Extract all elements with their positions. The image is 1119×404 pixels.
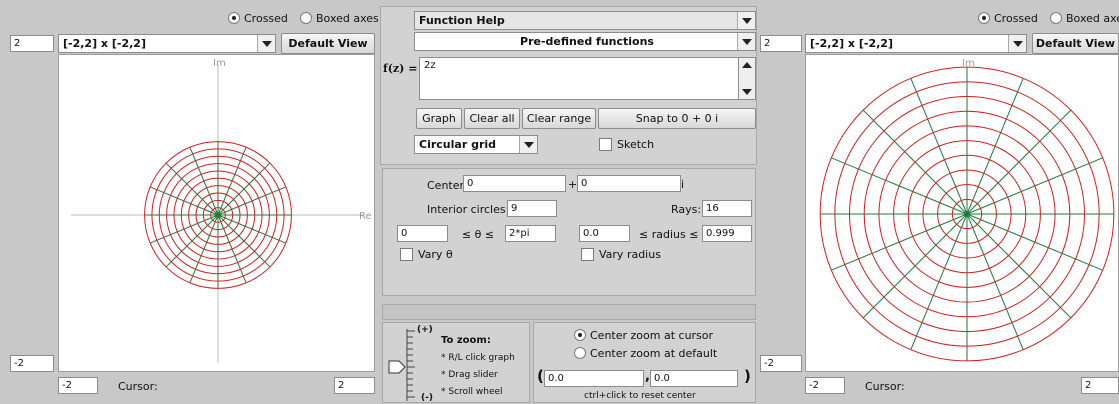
close-paren: ) xyxy=(744,367,751,385)
left-boxed-option[interactable]: Boxed axes xyxy=(300,12,379,25)
theta-min-field[interactable]: 0 xyxy=(397,225,448,242)
zoom-plus-label: (+) xyxy=(417,325,433,335)
left-cursor-label: Cursor: xyxy=(118,380,158,393)
left-re-label: Re xyxy=(359,211,372,222)
center-zoom-default-option[interactable]: Center zoom at default xyxy=(574,347,717,360)
clear-range-button[interactable]: Clear range xyxy=(522,108,596,129)
right-crossed-option[interactable]: Crossed xyxy=(978,12,1038,25)
zoom-hint-click: * R/L click graph xyxy=(441,353,515,363)
right-plot-panel: Crossed Boxed axes 2 [-2,2] x [-2,2] Def… xyxy=(760,0,1119,403)
checkbox-icon[interactable] xyxy=(599,138,612,151)
radio-icon[interactable] xyxy=(1050,12,1062,24)
radius-range-label: ≤ radius ≤ xyxy=(639,228,699,241)
radio-icon[interactable] xyxy=(978,12,990,24)
center-zoom-cursor-option[interactable]: Center zoom at cursor xyxy=(574,329,713,342)
right-cursor-label: Cursor: xyxy=(865,380,905,393)
radius-min-field[interactable]: 0.0 xyxy=(579,225,630,242)
radio-icon[interactable] xyxy=(300,12,312,24)
fz-scrollbar[interactable] xyxy=(738,57,756,100)
graph-button[interactable]: Graph xyxy=(416,108,462,129)
right-grid-group xyxy=(819,66,1115,362)
zoom-center-re-field[interactable]: 0.0 xyxy=(544,370,644,387)
reset-center-hint: ctrl+click to reset center xyxy=(584,391,696,401)
center-re-field[interactable]: 0 xyxy=(463,175,566,192)
left-im-label: Im xyxy=(213,58,226,69)
zoom-hint-scroll: * Scroll wheel xyxy=(441,387,503,397)
sketch-checkbox[interactable]: Sketch xyxy=(599,138,654,151)
zoom-minus-label: (-) xyxy=(421,393,433,403)
center-label: Center: xyxy=(427,179,468,192)
function-panel: Function Help Pre-defined functions f(z)… xyxy=(380,6,757,165)
left-plot-svg: Im Re xyxy=(71,58,372,363)
chevron-down-icon[interactable] xyxy=(737,12,755,29)
chevron-down-icon[interactable] xyxy=(519,136,537,153)
interior-circles-label: Interior circles: xyxy=(427,203,510,216)
left-crossed-option[interactable]: Crossed xyxy=(228,12,288,25)
zoom-hint-drag: * Drag slider xyxy=(441,370,498,380)
fz-input[interactable]: 2z xyxy=(419,57,739,100)
left-range-select[interactable]: [-2,2] x [-2,2] xyxy=(58,34,276,53)
open-paren: ( xyxy=(537,367,544,385)
theta-range-label: ≤ θ ≤ xyxy=(461,228,495,241)
radio-icon[interactable] xyxy=(574,329,586,341)
right-boxed-option[interactable]: Boxed axes xyxy=(1050,12,1119,25)
left-plot-canvas[interactable]: Im Re xyxy=(58,54,375,372)
rays-field[interactable]: 16 xyxy=(702,200,752,217)
interior-circles-field[interactable]: 9 xyxy=(507,200,557,217)
left-default-view-button[interactable]: Default View xyxy=(281,33,375,54)
center-im-field[interactable]: 0 xyxy=(577,175,681,192)
plus-label: + xyxy=(568,178,578,191)
to-zoom-label: To zoom: xyxy=(441,335,491,346)
checkbox-icon[interactable] xyxy=(400,248,413,261)
theta-max-field[interactable]: 2*pi xyxy=(505,225,556,242)
right-xmin-field[interactable]: -2 xyxy=(805,377,845,394)
i-label: i xyxy=(681,178,685,191)
zoom-slider-panel: (+) (-) To zoom: * R/L click graph * Dra… xyxy=(382,322,530,403)
left-ymax-field[interactable]: 2 xyxy=(10,35,54,52)
radio-icon[interactable] xyxy=(228,12,240,24)
slider-thumb-icon xyxy=(388,360,406,374)
fz-label: f(z) = xyxy=(383,62,418,75)
snap-button[interactable]: Snap to 0 + 0 i xyxy=(598,108,756,129)
right-xmax-field[interactable]: 2 xyxy=(1081,377,1119,394)
chevron-down-icon[interactable] xyxy=(1008,35,1026,52)
left-grid-group xyxy=(144,141,292,289)
chevron-down-icon[interactable] xyxy=(257,35,275,52)
zoom-center-im-field[interactable]: 0.0 xyxy=(650,370,738,387)
radio-icon[interactable] xyxy=(574,347,586,359)
scroll-up-icon[interactable] xyxy=(742,62,752,68)
left-plot-panel: Crossed Boxed axes 2 [-2,2] x [-2,2] Def… xyxy=(0,0,379,403)
scroll-down-icon[interactable] xyxy=(742,89,752,95)
left-xmax-field[interactable]: 2 xyxy=(334,377,375,394)
zoom-center-panel: Center zoom at cursor Center zoom at def… xyxy=(533,322,756,403)
right-ymin-field[interactable]: -2 xyxy=(760,355,802,372)
right-ymax-field[interactable]: 2 xyxy=(760,35,802,52)
right-plot-svg: Im xyxy=(819,58,1115,362)
right-default-view-button[interactable]: Default View xyxy=(1032,33,1119,54)
zoom-slider[interactable] xyxy=(387,323,427,404)
rays-label: Rays: xyxy=(671,203,702,216)
chevron-down-icon[interactable] xyxy=(737,33,755,50)
vary-theta-checkbox[interactable]: Vary θ xyxy=(400,248,453,261)
spacer-bar xyxy=(382,304,756,320)
clear-all-button[interactable]: Clear all xyxy=(464,108,520,129)
predefined-select[interactable]: Pre-defined functions xyxy=(414,32,756,51)
left-xmin-field[interactable]: -2 xyxy=(58,377,98,394)
vary-radius-checkbox[interactable]: Vary radius xyxy=(581,248,661,261)
right-plot-canvas[interactable]: Im xyxy=(805,54,1119,372)
left-ymin-field[interactable]: -2 xyxy=(10,355,54,372)
radius-max-field[interactable]: 0.999 xyxy=(702,225,752,242)
grid-settings-panel: Center: 0 + 0 i Interior circles: 9 Rays… xyxy=(382,168,756,296)
function-help-select[interactable]: Function Help xyxy=(414,11,756,30)
grid-type-select[interactable]: Circular grid xyxy=(414,135,538,154)
checkbox-icon[interactable] xyxy=(581,248,594,261)
right-range-select[interactable]: [-2,2] x [-2,2] xyxy=(805,34,1027,53)
